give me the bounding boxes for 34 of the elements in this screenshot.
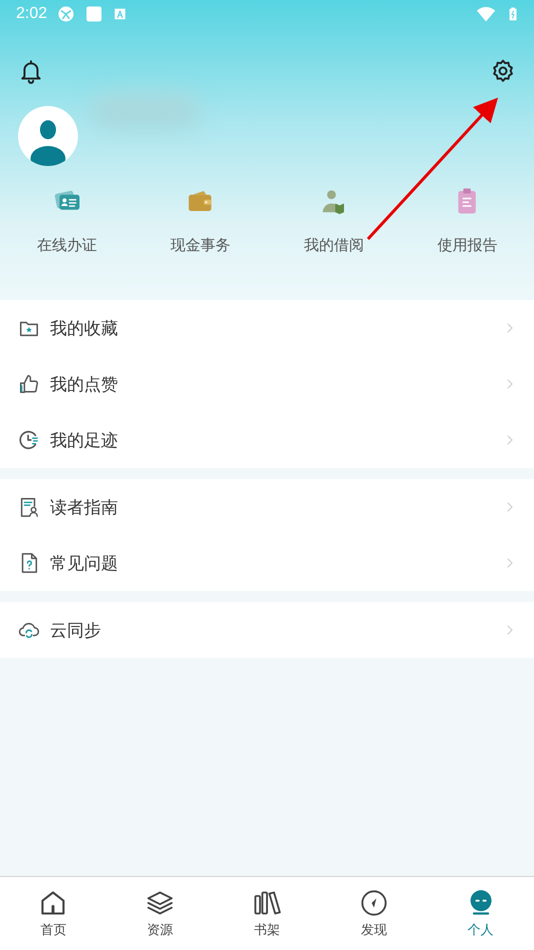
quick-action-label[interactable]: 使用报告	[437, 236, 498, 255]
status-time: 2:02	[16, 5, 48, 23]
app-notification-icon	[57, 5, 76, 23]
quick-action-label[interactable]: 现金事务	[170, 236, 230, 255]
books-icon	[252, 888, 281, 916]
menu-row[interactable]: 我的足迹	[0, 412, 534, 468]
settings-icon[interactable]	[490, 58, 516, 84]
menu-row[interactable]: 云同步	[0, 602, 534, 658]
nav-tab[interactable]: 首页	[0, 877, 107, 950]
menu-label: 常见问题	[50, 552, 119, 574]
menu-label: 我的点赞	[50, 374, 119, 396]
menu-label: 我的足迹	[50, 430, 119, 452]
clock-icon	[18, 429, 40, 451]
quick-action-label[interactable]: 我的借阅	[304, 236, 364, 255]
nav-tab[interactable]: 个人	[427, 877, 534, 950]
menu-row[interactable]: 我的收藏	[0, 300, 534, 356]
nav-tab[interactable]: 发现	[320, 877, 428, 950]
compass-icon	[360, 888, 388, 916]
layers-icon	[146, 888, 174, 916]
nav-tab[interactable]: 资源	[106, 877, 214, 950]
menu-row[interactable]: 读者指南	[0, 479, 534, 535]
menu-label: 云同步	[50, 620, 102, 642]
menu-row[interactable]: 常见问题	[0, 535, 534, 591]
wifi-icon	[476, 4, 496, 24]
thumbs-up-icon	[18, 373, 40, 395]
document-person-icon	[18, 496, 40, 518]
home-icon	[39, 888, 68, 916]
letter-notification-icon	[113, 7, 128, 21]
menu-row[interactable]: 我的点赞	[0, 356, 534, 412]
menu-label: 我的收藏	[50, 318, 119, 340]
nav-tab[interactable]: 书架	[214, 877, 320, 950]
quick-action-label[interactable]: 在线办证	[36, 236, 97, 255]
square-notification-icon	[85, 5, 104, 23]
menu-label: 读者指南	[50, 496, 119, 518]
